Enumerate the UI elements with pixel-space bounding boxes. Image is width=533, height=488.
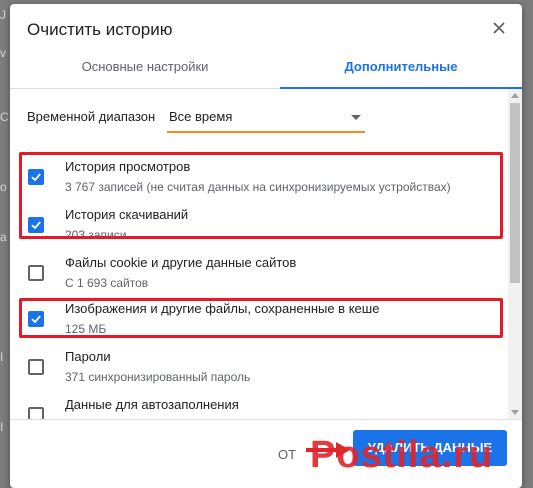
- item-subtitle: 371 синхронизированный пароль: [65, 370, 251, 384]
- list-item-autofill[interactable]: Данные для автозаполнения: [10, 387, 506, 419]
- dialog-title: Очистить историю: [27, 20, 173, 39]
- time-range-select[interactable]: Все время: [167, 105, 365, 133]
- time-range-label: Временной диапазон: [27, 109, 156, 124]
- dropdown-arrow-icon: [351, 115, 361, 120]
- dialog-content: Временной диапазон Все время История про…: [10, 89, 506, 419]
- tab-advanced-label: Дополнительные: [344, 59, 458, 74]
- item-title: Файлы cookie и другие данные сайтов: [65, 255, 297, 270]
- dialog-footer: ОТ УДАЛИТЬ ДАННЫЕ Postila.ru: [10, 419, 522, 488]
- item-subtitle: С 1 693 сайтов: [65, 276, 149, 290]
- tab-advanced[interactable]: Дополнительные: [280, 52, 522, 89]
- tab-basic-settings[interactable]: Основные настройки: [10, 52, 280, 88]
- time-range-value: Все время: [169, 109, 233, 124]
- cancel-button[interactable]: ОТ: [278, 439, 296, 471]
- item-title: Пароли: [65, 349, 111, 364]
- checkbox-passwords[interactable]: [28, 359, 44, 375]
- scroll-down-arrow-icon[interactable]: [511, 410, 519, 415]
- highlight-box-cache: [19, 298, 503, 338]
- scroll-up-arrow-icon[interactable]: [511, 93, 519, 98]
- clear-history-dialog: Очистить историю Основные настройки Допо…: [10, 4, 522, 488]
- list-item-cookies[interactable]: Файлы cookie и другие данные сайтов С 1 …: [10, 243, 506, 291]
- list-item-passwords[interactable]: Пароли 371 синхронизированный пароль: [10, 339, 506, 387]
- highlight-box-history: [19, 152, 503, 239]
- tab-bar: Основные настройки Дополнительные: [10, 52, 522, 89]
- scrollbar[interactable]: [508, 89, 522, 419]
- scrollbar-thumb[interactable]: [510, 103, 520, 283]
- item-title: Данные для автозаполнения: [65, 397, 239, 412]
- select-underline: [167, 131, 365, 133]
- checkbox-autofill[interactable]: [28, 407, 44, 419]
- checkbox-cookies[interactable]: [28, 265, 44, 281]
- watermark-logo: Postila.ru: [310, 434, 494, 476]
- close-icon[interactable]: [490, 19, 508, 37]
